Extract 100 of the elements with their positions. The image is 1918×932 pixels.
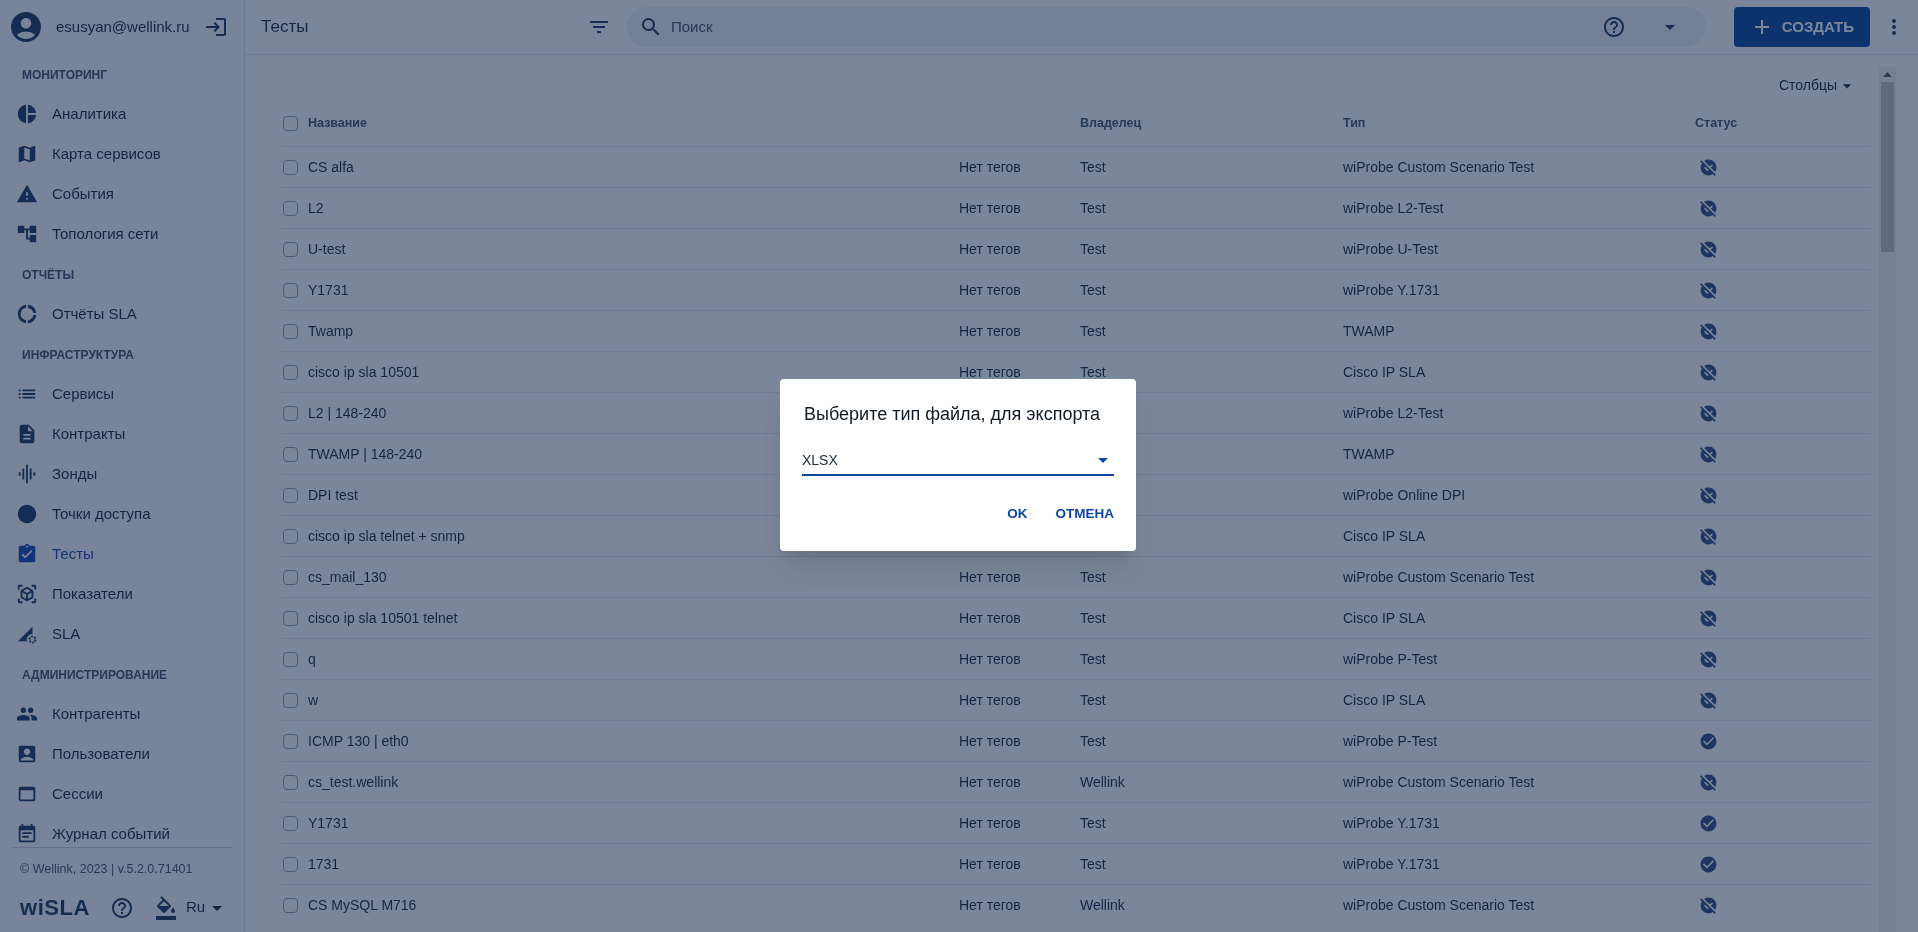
row-checkbox[interactable]	[283, 487, 298, 503]
tree-icon	[16, 223, 38, 245]
table-cell: CS alfa	[308, 158, 354, 175]
sidebar-item[interactable]: Зонды	[0, 454, 244, 494]
row-checkbox[interactable]	[283, 569, 298, 585]
table-cell: cisco ip sla 10501 telnet	[308, 609, 458, 626]
search-field[interactable]: Поиск	[671, 15, 1594, 39]
table-cell: Test	[1080, 281, 1106, 298]
table-cell: ICMP 130 | eth0	[308, 732, 409, 749]
table-cell-text: TWAMP	[1343, 321, 1396, 341]
sidebar-item[interactable]: Пользователи	[0, 734, 244, 774]
user-email: esusyan@wellink.ru	[56, 16, 191, 37]
row-checkbox[interactable]	[283, 528, 298, 544]
tags-cell: Нет тегов	[959, 691, 1021, 708]
table-cell: Test	[1080, 650, 1106, 667]
row-checkbox[interactable]	[283, 241, 298, 257]
dialog-button[interactable]: OK	[997, 498, 1038, 531]
donut-icon	[16, 303, 38, 325]
sidebar-item[interactable]: Карта сервисов	[0, 134, 244, 174]
column-header[interactable]: Владелец	[1080, 113, 1343, 133]
sidebar-item[interactable]: Показатели	[0, 574, 244, 614]
row-checkbox[interactable]	[283, 733, 298, 749]
tags-cell: Нет тегов	[959, 732, 1021, 749]
columns-button[interactable]: Столбцы	[1778, 75, 1837, 96]
table-cell-text: wiProbe Custom Scenario Test	[1343, 772, 1536, 792]
avatar-icon	[8, 9, 44, 45]
section-heading: ОТЧЁТЫ	[21, 267, 76, 284]
table-cell-text: wiProbe U-Test	[1343, 239, 1439, 259]
row-checkbox[interactable]	[283, 610, 298, 626]
table-cell-text: wiProbe Custom Scenario Test	[1343, 567, 1536, 587]
sidebar-item[interactable]: Журнал событий	[0, 814, 244, 848]
sidebar-item[interactable]: Контрагенты	[0, 694, 244, 734]
tags-cell: Нет тегов	[959, 855, 1021, 872]
search-bar[interactable]: Поиск	[627, 7, 1706, 47]
row-checkbox[interactable]	[283, 323, 298, 339]
user-card-icon	[16, 743, 38, 765]
table-cell: Wellink	[1080, 773, 1125, 790]
section-heading: ИНФРАСТРУКТУРА	[21, 347, 135, 364]
tags-cell: Нет тегов	[959, 650, 1021, 667]
column-header[interactable]: Название	[308, 113, 1080, 133]
section-heading: АДМИНИСТРИРОВАНИЕ	[21, 667, 169, 684]
section-heading: МОНИТОРИНГ	[21, 67, 109, 84]
sidebar-item[interactable]: Сервисы	[0, 374, 244, 414]
tags-cell: Нет тегов	[959, 568, 1021, 585]
dialog-button[interactable]: ОТМЕНА	[1045, 498, 1124, 531]
row-checkbox[interactable]	[283, 897, 298, 913]
scrollbar[interactable]	[1879, 67, 1896, 932]
sidebar-item[interactable]: Топология сети	[0, 214, 244, 254]
theme-button[interactable]	[154, 895, 178, 920]
tags-cell: Нет тегов	[959, 322, 1021, 339]
table-cell: cisco ip sla 10501	[308, 363, 420, 380]
tags-cell: Нет тегов	[959, 199, 1021, 216]
warning-icon	[16, 183, 38, 205]
help-button[interactable]	[110, 895, 134, 920]
table-cell: Y1731	[308, 814, 349, 831]
table-cell-text: Cisco IP SLA	[1343, 362, 1427, 382]
table-cell: Y1731	[308, 281, 349, 298]
table-cell: Test	[1080, 732, 1106, 749]
table-cell: 1731	[308, 855, 340, 872]
row-checkbox[interactable]	[283, 405, 298, 421]
row-checkbox[interactable]	[283, 856, 298, 872]
tags-cell: Нет тегов	[959, 773, 1021, 790]
table-cell-text: TWAMP	[1343, 444, 1396, 464]
select-all-checkbox[interactable]	[283, 115, 298, 131]
create-button[interactable]: СОЗДАТЬ	[1733, 7, 1870, 47]
sidebar-item[interactable]: SLA	[0, 614, 244, 654]
row-checkbox[interactable]	[283, 692, 298, 708]
table-cell: cisco ip sla telnet + snmp	[308, 527, 465, 544]
scroll-up-icon[interactable]	[1883, 72, 1892, 77]
row-checkbox[interactable]	[283, 200, 298, 216]
sidebar-item[interactable]: События	[0, 174, 244, 214]
row-checkbox[interactable]	[283, 282, 298, 298]
sidebar-item[interactable]: Аналитика	[0, 94, 244, 134]
row-checkbox[interactable]	[283, 159, 298, 175]
language-select[interactable]: Ru	[186, 896, 206, 919]
sidebar-item[interactable]: Тесты	[0, 534, 244, 574]
table-cell: L2	[308, 199, 324, 216]
tags-cell: Нет тегов	[959, 281, 1021, 298]
sidebar-item[interactable]: Точки доступа	[0, 494, 244, 534]
sidebar-item[interactable]: Контракты	[0, 414, 244, 454]
help-icon[interactable]	[1601, 15, 1626, 39]
row-checkbox[interactable]	[283, 651, 298, 667]
column-header[interactable]: Тип	[1343, 113, 1695, 133]
caret-icon	[1098, 457, 1108, 463]
table-cell-text: wiProbe P-Test	[1343, 731, 1439, 751]
column-header[interactable]: Статус	[1695, 113, 1738, 133]
row-checkbox[interactable]	[283, 446, 298, 462]
table-cell: U-test	[308, 240, 346, 257]
table-cell-text: wiProbe Online DPI	[1343, 485, 1467, 505]
dialog-title: Выберите тип файла, для экспорта	[804, 403, 1102, 426]
row-checkbox[interactable]	[283, 815, 298, 831]
sidebar-item[interactable]: Отчёты SLA	[0, 294, 244, 334]
row-checkbox[interactable]	[283, 364, 298, 380]
logout-icon[interactable]	[204, 15, 228, 39]
row-checkbox[interactable]	[283, 774, 298, 790]
tags-cell: Нет тегов	[959, 609, 1021, 626]
file-type-select[interactable]: XLSX	[802, 446, 1114, 476]
table-cell-text: wiProbe Custom Scenario Test	[1343, 895, 1536, 915]
table-cell-text: wiProbe Y.1731	[1343, 280, 1441, 300]
sidebar-item[interactable]: Сессии	[0, 774, 244, 814]
